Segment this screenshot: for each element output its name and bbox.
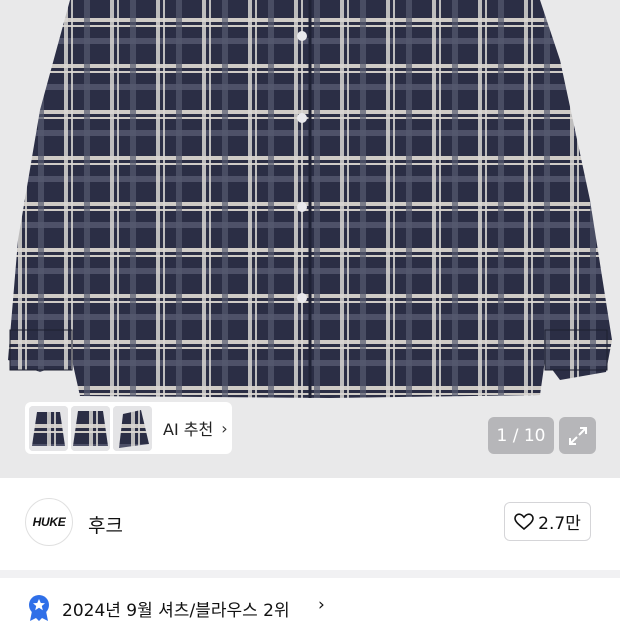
like-button[interactable]: 2.7만 xyxy=(504,502,591,541)
image-counter: 1 / 10 xyxy=(488,417,554,454)
rank-badge-icon xyxy=(29,595,49,621)
like-count: 2.7만 xyxy=(538,514,581,534)
expand-icon xyxy=(568,426,587,445)
shirt-thumbnail-2[interactable] xyxy=(71,405,110,451)
section-divider xyxy=(0,570,620,578)
chevron-right-icon: › xyxy=(318,595,325,615)
ai-recommend-label: AI 추천 xyxy=(163,420,214,439)
expand-button[interactable] xyxy=(559,417,596,454)
chevron-right-icon: › xyxy=(221,418,228,438)
ranking-row[interactable]: 2024년 9월 셔츠/블라우스 2위 › xyxy=(0,578,620,621)
brand-name[interactable]: 후크 xyxy=(88,511,123,538)
heart-icon xyxy=(514,512,534,530)
shirt-thumbnail-1[interactable] xyxy=(29,405,68,451)
brand-row[interactable]: HUKE 후크 2.7만 xyxy=(0,478,620,570)
ai-recommend-button[interactable]: AI 추천 › xyxy=(25,402,232,454)
brand-logo[interactable]: HUKE xyxy=(25,498,73,546)
shirt-thumbnail-3[interactable] xyxy=(113,405,152,451)
ranking-text: 2024년 9월 셔츠/블라우스 2위 xyxy=(62,601,290,621)
